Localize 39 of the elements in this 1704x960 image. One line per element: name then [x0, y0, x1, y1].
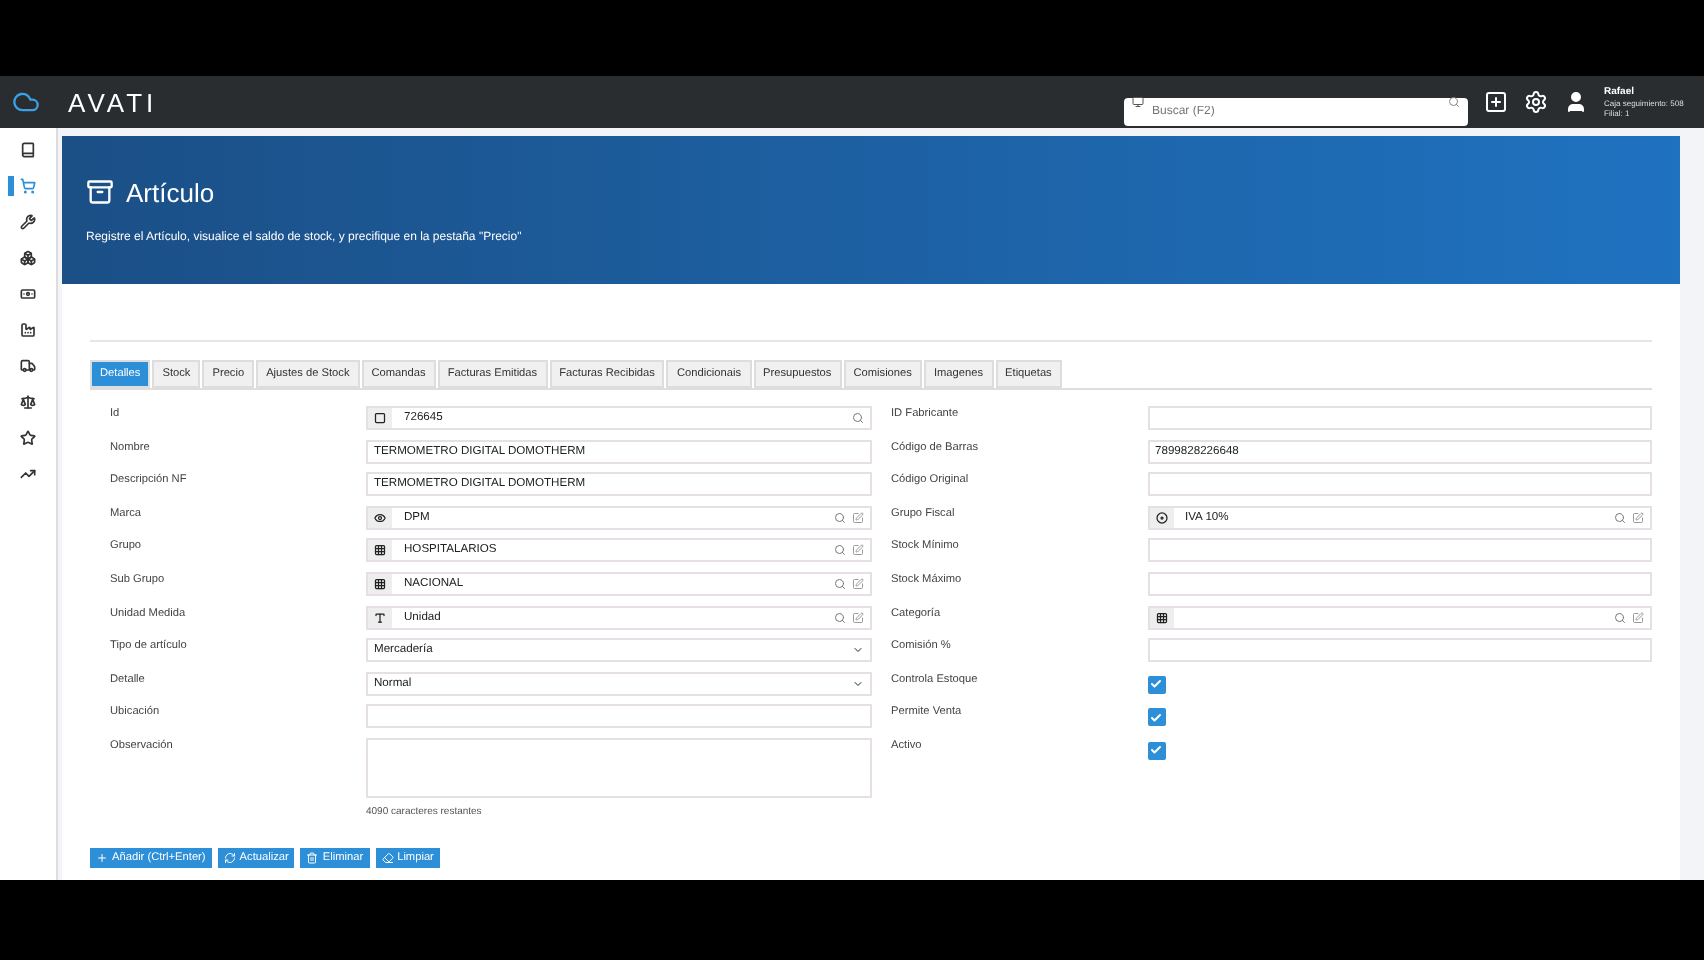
text-field[interactable] [1147, 472, 1652, 497]
monitor-icon [1132, 96, 1144, 108]
edit-icon[interactable] [1632, 511, 1644, 524]
brand-name: AVATI [68, 87, 158, 117]
plus-icon [96, 852, 108, 864]
checkbox[interactable] [1147, 741, 1165, 760]
text-cursor-icon [368, 607, 392, 628]
checkbox[interactable] [1147, 708, 1165, 727]
page-title: Artículo [126, 177, 215, 207]
eraser-icon [381, 852, 394, 864]
eye-icon [368, 507, 392, 528]
cloud-logo-icon [12, 88, 40, 116]
archive-icon [86, 178, 114, 206]
search-icon[interactable] [1448, 96, 1460, 108]
chevron-icon [851, 644, 863, 657]
grid-icon [368, 573, 392, 594]
chevron-icon [851, 677, 863, 690]
text-field[interactable] [1147, 638, 1652, 663]
user-icon[interactable] [1564, 90, 1588, 114]
refresh-icon [223, 852, 236, 864]
edit-icon[interactable] [851, 577, 863, 590]
square-icon [368, 408, 392, 428]
add-square-icon[interactable] [1484, 90, 1508, 114]
lookup-field[interactable] [1147, 605, 1652, 630]
text-field[interactable] [1147, 406, 1652, 430]
grid-icon [1149, 607, 1173, 628]
disc-icon [1149, 507, 1173, 528]
grid-icon [368, 540, 392, 561]
edit-icon[interactable] [851, 611, 863, 624]
text-field[interactable] [366, 704, 871, 729]
settings-icon[interactable] [1524, 90, 1548, 114]
checkbox[interactable] [1147, 675, 1165, 694]
edit-icon[interactable] [851, 511, 863, 524]
trash-icon [306, 852, 319, 864]
text-field[interactable] [1147, 538, 1652, 563]
text-field[interactable] [1147, 571, 1652, 596]
textarea-field[interactable] [366, 737, 871, 798]
edit-icon[interactable] [1632, 611, 1644, 624]
edit-icon[interactable] [851, 544, 863, 557]
